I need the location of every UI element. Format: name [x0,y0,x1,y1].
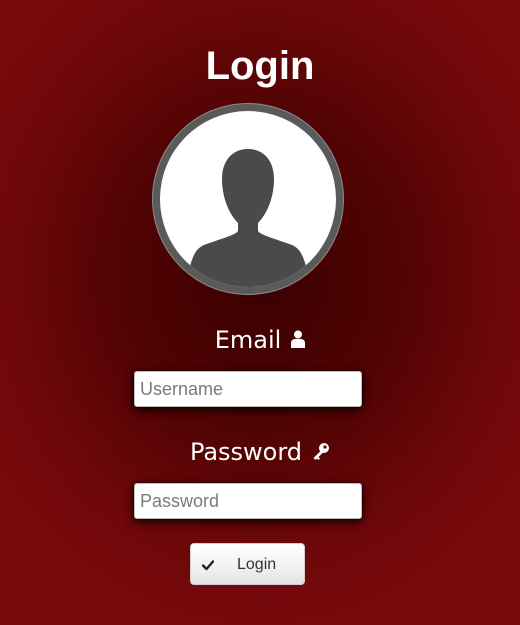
checkmark-icon [201,558,215,576]
avatar [153,104,343,294]
password-input[interactable] [134,483,362,519]
user-icon [291,325,306,355]
user-silhouette-icon [186,149,310,287]
email-label-text: Email [214,326,282,354]
page-title: Login [205,43,315,88]
password-label: Password [0,436,520,467]
login-button[interactable]: Login [190,543,305,585]
login-button-label: Login [237,556,277,573]
avatar-background [160,111,336,287]
key-icon [312,437,330,467]
password-label-text: Password [189,438,303,466]
username-input[interactable] [134,371,362,407]
email-label: Email [0,324,520,355]
